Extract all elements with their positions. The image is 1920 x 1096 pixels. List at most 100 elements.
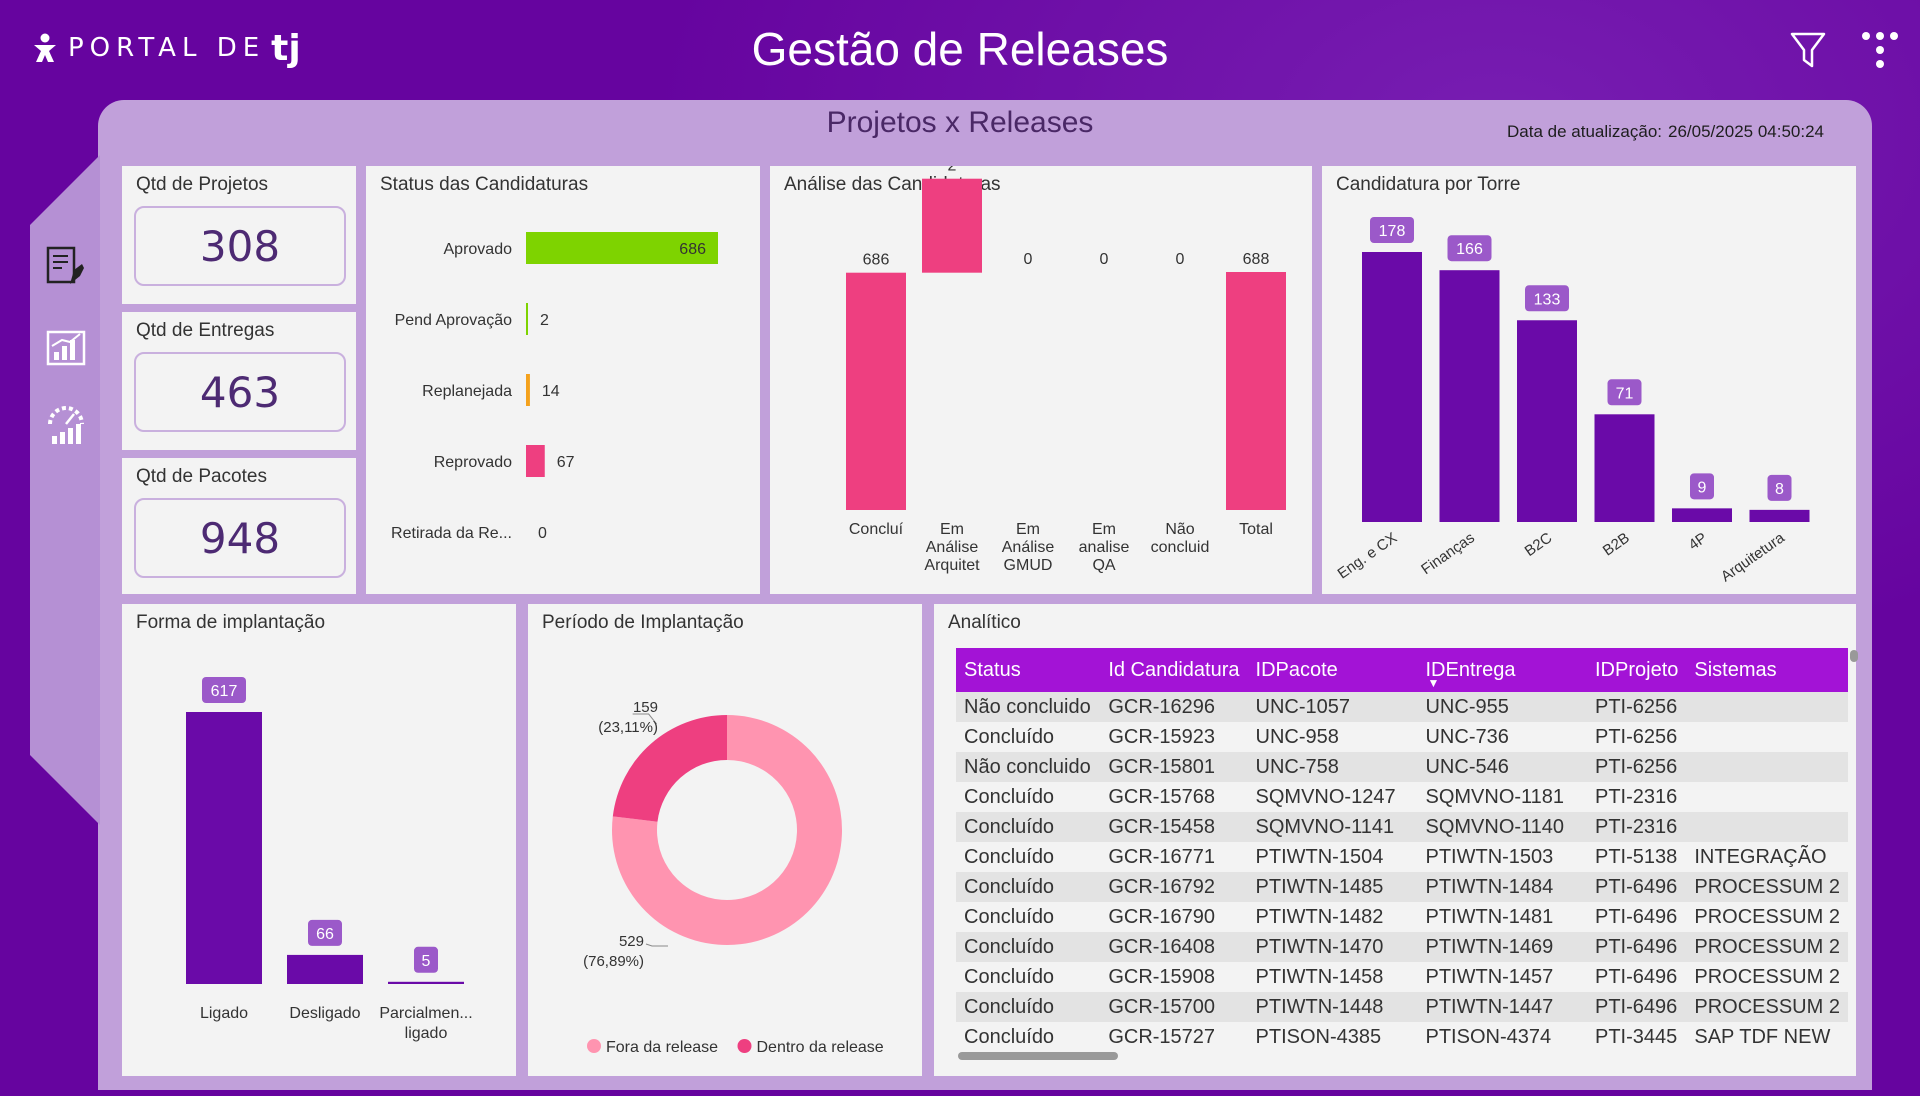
table-row[interactable]: Não concluido GCR-15801 UNC-758 UNC-546 PTI-… [956,752,1848,782]
column-header[interactable]: IDProjeto [1587,648,1687,692]
table-row[interactable]: Concluído GCR-15458 SQMVNO-1141 SQMVNO-1140… [956,812,1848,842]
table-cell: SQMVNO-1141 [1247,812,1418,842]
table-viewport[interactable]: Status Id Candidatura IDPacote IDEntrega ▼ ID… [956,648,1848,1048]
waterfall-bar[interactable] [1226,272,1286,510]
category-label: B2C [1522,529,1556,560]
table-cell: PTISON-4385 [1247,1022,1418,1048]
waterfall-bar[interactable] [846,272,906,510]
column-bar[interactable] [1517,320,1577,522]
status-chart-card[interactable]: Status das Candidaturas Aprovado 686 Pend … [366,166,760,594]
table-cell [1686,812,1848,842]
horizontal-scrollbar[interactable] [958,1052,1118,1060]
table-row[interactable]: Concluído GCR-15768 SQMVNO-1247 SQMVNO-1181… [956,782,1848,812]
table-cell: PTIWTN-1469 [1417,932,1587,962]
column-bar[interactable] [1362,252,1422,522]
table-row[interactable]: Concluído GCR-15727 PTISON-4385 PTISON-4374… [956,1022,1848,1048]
column-bar[interactable] [1672,508,1732,522]
deployment-period-donut[interactable]: 159 (23,11%) 529 (76,89%) Fora da release Den… [528,604,922,1076]
deployment-form-card[interactable]: Forma de implantação 617 Ligado 66 Desligad… [122,604,516,1076]
table-row[interactable]: Concluído GCR-16408 PTIWTN-1470 PTIWTN-1469… [956,932,1848,962]
bar[interactable] [526,374,530,406]
deployment-period-card[interactable]: Período de Implantação 159 (23,11%) 529 (76… [528,604,922,1076]
table-cell: GCR-15923 [1100,722,1248,752]
deployment-form-chart[interactable]: 617 Ligado 66 Desligado 5 Parcialmen... ligado [122,604,516,1076]
data-label: 133 [1534,291,1561,308]
tower-chart-card[interactable]: Candidatura por Torre 178 Eng. e CX 166 Fin… [1322,166,1856,594]
data-label: 166 [1447,235,1492,262]
table-cell: UNC-758 [1247,752,1418,782]
bar[interactable] [526,303,528,335]
column-bar[interactable] [388,981,464,984]
release-report-icon[interactable] [44,244,88,288]
tower-column-chart[interactable]: 178 Eng. e CX 166 Finanças 133 B2C 71 B2B 9 4P 8 Ar… [1322,166,1856,594]
analysis-waterfall-chart[interactable]: 686 Concluí 2 Em Análise Arquitet 0 Em Análise GM… [770,166,1312,594]
data-label: 2 [540,312,549,329]
table-cell: GCR-15458 [1100,812,1248,842]
table-row[interactable]: Concluído GCR-16790 PTIWTN-1482 PTIWTN-1481… [956,902,1848,932]
kpi-card-deliveries[interactable]: Qtd de Entregas 463 [122,312,356,450]
kpi-value: 948 [134,498,346,578]
gauge-chart-icon[interactable] [44,404,88,448]
waterfall-bar[interactable] [922,178,982,273]
category-label: Em Análise Arquitet [924,521,980,574]
table-row[interactable]: Concluído GCR-15923 UNC-958 UNC-736 PTI-6256 [956,722,1848,752]
data-label: 9 [1690,473,1714,500]
chart-report-icon[interactable] [44,326,88,370]
analysis-chart-card[interactable]: Análise das Candidaturas 686 Concluí 2 Em An… [770,166,1312,594]
table-row[interactable]: Não concluido GCR-16296 UNC-1057 UNC-955 PTI… [956,692,1848,722]
column-header[interactable]: Id Candidatura [1100,648,1248,692]
column-bar[interactable] [1749,509,1810,522]
category-label: Em analise QA [1079,521,1130,574]
category-label: Reprovado [434,454,512,471]
analytic-table-card[interactable]: Analítico Status Id Candidatura IDPacote ID… [934,604,1858,1076]
column-bar[interactable] [186,712,262,984]
data-label: 71 [1607,379,1642,406]
category-label: Pend Aprovação [395,312,513,329]
table-row[interactable]: Concluído GCR-15700 PTIWTN-1448 PTIWTN-1447… [956,992,1848,1022]
last-updated-value: 26/05/2025 04:50:24 [1668,122,1824,141]
table-row[interactable]: Concluído GCR-16792 PTIWTN-1485 PTIWTN-1484… [956,872,1848,902]
table-cell: PROCESSUM 2 [1686,962,1848,992]
filter-icon[interactable] [1786,28,1830,72]
table-cell: PTIWTN-1448 [1247,992,1418,1022]
menu-dots-icon[interactable] [1858,28,1902,72]
sort-desc-icon[interactable]: ▼ [1427,676,1439,690]
last-updated-label: Data de atualização: [1507,122,1663,141]
kpi-card-projects[interactable]: Qtd de Projetos 308 [122,166,356,304]
table-cell: Não concluido [956,692,1101,722]
legend-label[interactable]: Dentro da release [757,1039,884,1056]
analytic-table[interactable]: Status Id Candidatura IDPacote IDEntrega ▼ ID… [956,648,1848,1048]
data-label: 66 [308,919,342,946]
table-cell: PTIWTN-1504 [1247,842,1418,872]
data-label: 178 [1370,217,1414,243]
legend-label[interactable]: Fora da release [606,1039,718,1056]
kpi-label: Qtd de Pacotes [136,466,267,487]
column-header[interactable]: IDPacote [1247,648,1418,692]
kpi-card-packages[interactable]: Qtd de Pacotes 948 [122,458,356,594]
table-cell: PTIWTN-1503 [1417,842,1587,872]
data-label: 8 [1767,474,1792,501]
table-cell: PTIWTN-1485 [1247,872,1418,902]
column-header[interactable]: Sistemas [1686,648,1848,692]
status-bar-chart[interactable]: Aprovado 686 Pend Aprovação 2 Replanejada 14 R… [366,166,760,594]
column-bar[interactable] [287,954,363,984]
table-row[interactable]: Concluído GCR-16771 PTIWTN-1504 PTIWTN-1503… [956,842,1848,872]
column-bar[interactable] [1439,270,1500,522]
table-cell: PTIWTN-1482 [1247,902,1418,932]
table-cell: PROCESSUM 2 [1686,872,1848,902]
callout-line [645,943,668,947]
column-header[interactable]: IDEntrega ▼ [1417,648,1587,692]
kpi-value: 308 [134,206,346,286]
legend-marker [737,1039,752,1053]
table-cell: GCR-15801 [1100,752,1248,782]
bar[interactable] [526,445,545,477]
data-label: 8 [1775,481,1784,498]
table-row[interactable]: Concluído GCR-15908 PTIWTN-1458 PTIWTN-1457… [956,962,1848,992]
data-label: 71 [1616,385,1634,402]
column-bar[interactable] [1594,414,1655,522]
table-cell [1686,722,1848,752]
data-label: 66 [316,926,334,943]
column-header[interactable]: Status [956,648,1101,692]
vertical-scrollbar[interactable] [1850,650,1858,662]
data-label: 0 [1176,251,1185,268]
